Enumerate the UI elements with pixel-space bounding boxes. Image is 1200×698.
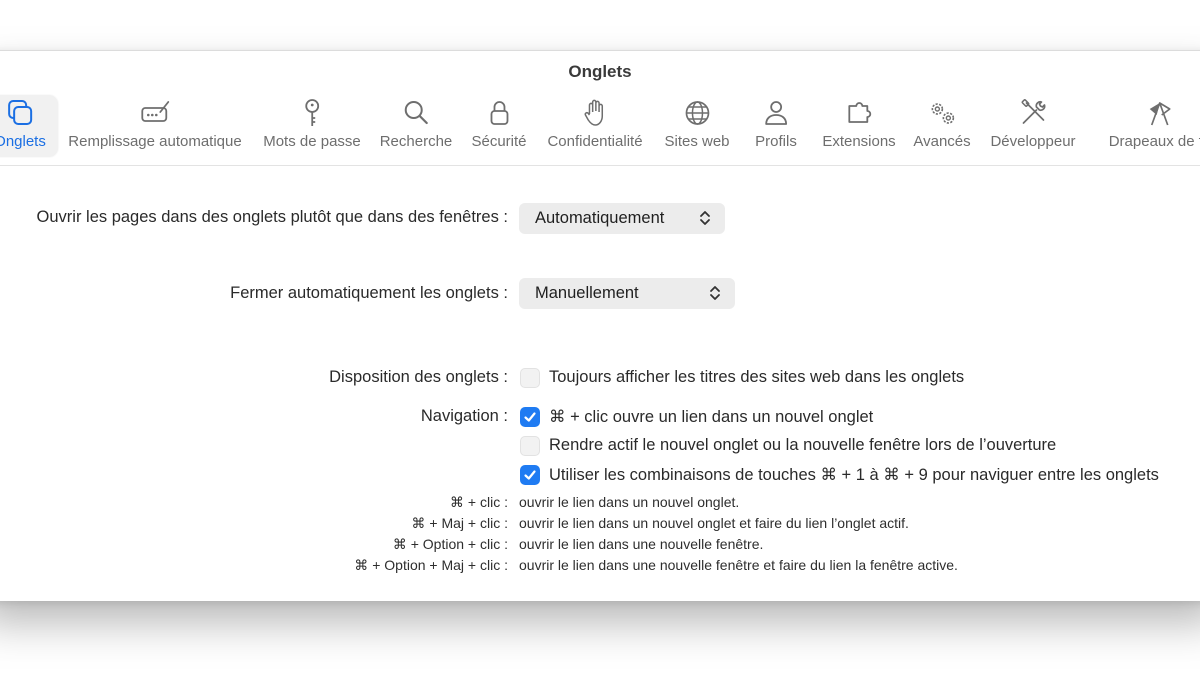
open-pages-popup[interactable]: Automatiquement	[519, 203, 725, 234]
shortcut-keys: ⌘ + clic :	[450, 494, 508, 510]
show-titles-checkbox[interactable]	[520, 368, 540, 388]
cmd-number-text: Utiliser les combinaisons de touches ⌘ +…	[549, 466, 1159, 484]
shortcut-description: ouvrir le lien dans un nouvel onglet.	[519, 494, 740, 510]
shortcut-description: ouvrir le lien dans une nouvelle fenêtre…	[519, 536, 764, 552]
cmd-click-text: ⌘ + clic ouvre un lien dans un nouvel on…	[549, 408, 874, 426]
cmd-click-checkbox[interactable]	[520, 407, 540, 427]
cmd-number-checkbox[interactable]	[520, 465, 540, 485]
checkmark-icon	[524, 470, 536, 480]
navigation-label: Navigation :	[420, 407, 508, 425]
shortcut-description: ouvrir le lien dans un nouvel onglet et …	[519, 515, 909, 531]
chevron-updown-icon	[710, 286, 720, 300]
shortcut-description: ouvrir le lien dans une nouvelle fenêtre…	[519, 557, 958, 573]
chevron-updown-icon	[700, 211, 710, 225]
open-pages-label: Ouvrir les pages dans des onglets plutôt…	[36, 208, 508, 226]
open-pages-value: Automatiquement	[535, 209, 665, 227]
show-titles-text: Toujours afficher les titres des sites w…	[549, 368, 965, 386]
tabs-settings-panel: Ouvrir les pages dans des onglets plutôt…	[0, 51, 1200, 601]
auto-close-value: Manuellement	[535, 284, 639, 302]
shortcut-keys: ⌘ + Maj + clic :	[411, 515, 508, 531]
auto-close-label: Fermer automatiquement les onglets :	[230, 284, 508, 302]
auto-close-popup[interactable]: Manuellement	[519, 278, 735, 309]
activate-new-tab-text: Rendre actif le nouvel onglet ou la nouv…	[549, 436, 1057, 454]
shortcut-keys: ⌘ + Option + Maj + clic :	[354, 557, 508, 573]
activate-new-tab-checkbox[interactable]	[520, 436, 540, 456]
checkmark-icon	[524, 412, 536, 422]
preferences-window: Onglets Onglets Remplissage automatique	[0, 50, 1200, 601]
layout-label: Disposition des onglets :	[329, 368, 508, 386]
shortcut-keys: ⌘ + Option + clic :	[392, 536, 508, 552]
